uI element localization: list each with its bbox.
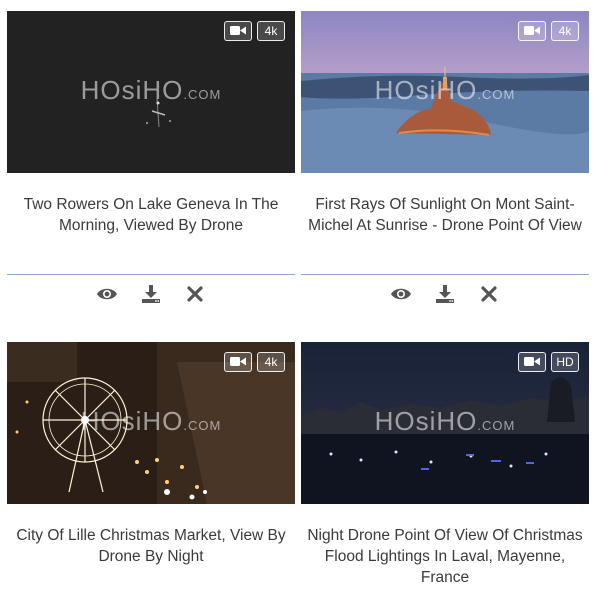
- video-thumbnail[interactable]: HOsiHO.COM HD: [301, 342, 589, 504]
- video-title[interactable]: Two Rowers On Lake Geneva In The Morning…: [7, 194, 295, 274]
- preview-button[interactable]: [96, 283, 118, 305]
- remove-button[interactable]: [478, 283, 500, 305]
- video-thumbnail[interactable]: HOsiHO.COM 4k: [7, 342, 295, 504]
- resolution-badge: 4k: [257, 21, 285, 41]
- video-card[interactable]: HOsiHO.COM HD Night Drone Point Of View …: [301, 342, 589, 605]
- watermark: HOsiHO.COM: [374, 75, 516, 105]
- video-camera-icon: [224, 21, 252, 41]
- download-button[interactable]: [140, 283, 162, 305]
- video-camera-icon: [518, 21, 546, 41]
- video-title[interactable]: First Rays Of Sunlight On Mont Saint-Mic…: [301, 194, 589, 274]
- watermark: HOsiHO.COM: [80, 406, 222, 436]
- close-icon: [481, 286, 497, 302]
- download-icon: [436, 285, 454, 303]
- card-actions: [7, 282, 295, 306]
- format-badges: 4k: [518, 21, 579, 41]
- close-icon: [187, 286, 203, 302]
- video-camera-icon: [224, 352, 252, 372]
- card-actions: [301, 282, 589, 306]
- eye-icon: [391, 288, 411, 300]
- video-camera-icon: [518, 352, 546, 372]
- watermark: HOsiHO.COM: [80, 75, 222, 105]
- video-card[interactable]: HOsiHO.COM 4k First Rays Of Sunlight On …: [301, 11, 589, 306]
- video-card[interactable]: HOsiHO.COM 4k Two Rowers On Lake Geneva …: [7, 11, 295, 306]
- remove-button[interactable]: [184, 283, 206, 305]
- download-icon: [142, 285, 160, 303]
- resolution-badge: 4k: [551, 21, 579, 41]
- video-title[interactable]: Night Drone Point Of View Of Christmas F…: [301, 525, 589, 605]
- video-title[interactable]: City Of Lille Christmas Market, View By …: [7, 525, 295, 605]
- format-badges: HD: [518, 352, 579, 372]
- format-badges: 4k: [224, 352, 285, 372]
- video-grid: HOsiHO.COM 4k Two Rowers On Lake Geneva …: [0, 0, 600, 592]
- eye-icon: [97, 288, 117, 300]
- format-badges: 4k: [224, 21, 285, 41]
- video-thumbnail[interactable]: HOsiHO.COM 4k: [301, 11, 589, 173]
- video-card[interactable]: HOsiHO.COM 4k City Of Lille Christmas Ma…: [7, 342, 295, 605]
- download-button[interactable]: [434, 283, 456, 305]
- divider: [7, 274, 295, 275]
- video-thumbnail[interactable]: HOsiHO.COM 4k: [7, 11, 295, 173]
- resolution-badge: HD: [551, 352, 579, 372]
- resolution-badge: 4k: [257, 352, 285, 372]
- divider: [301, 274, 589, 275]
- preview-button[interactable]: [390, 283, 412, 305]
- watermark: HOsiHO.COM: [374, 406, 516, 436]
